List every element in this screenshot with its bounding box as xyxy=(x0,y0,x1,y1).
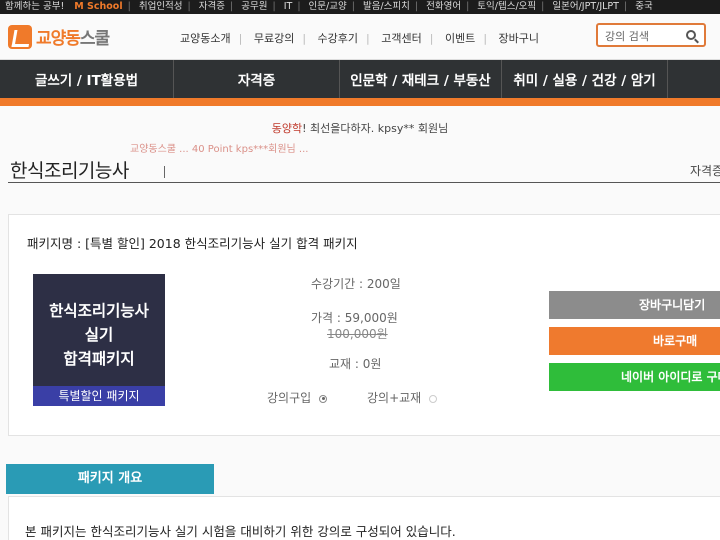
topbar-item[interactable]: 토익/텝스/오픽 xyxy=(472,0,541,14)
topbar-highlight[interactable]: M School xyxy=(69,0,127,14)
sale-price: 가격 : 59,000원 xyxy=(311,311,398,325)
notice-text: ! 최선을다하자. kpsy** 회원님 xyxy=(302,122,449,135)
breadcrumb[interactable]: 자격증 xyxy=(690,162,720,179)
nav-events[interactable]: 이벤트 xyxy=(445,30,475,46)
option-lecture-book-label: 강의+교재 xyxy=(367,391,422,405)
page-title: 한식조리기능사 xyxy=(10,160,129,182)
site-header: 교양동스쿨 교양동소개 | 무료강의 | 수강후기 | 고객센터 | 이벤트 | 장바구니… xyxy=(0,14,720,60)
topbar-item[interactable]: 자격증 xyxy=(194,0,230,14)
category-certificates[interactable]: 자격증 xyxy=(174,60,340,98)
thumb-title-line2: 실기 xyxy=(84,326,114,344)
naver-purchase-button[interactable]: 네이버 아이디로 구매 xyxy=(549,363,720,391)
tab-package-overview[interactable]: 패키지 개요 xyxy=(6,464,214,494)
topbar-item[interactable]: 함께하는 공부! xyxy=(0,0,69,14)
notice-accent: 동양학 xyxy=(271,122,303,135)
search-input[interactable]: 강의 검색 xyxy=(596,23,706,47)
point-notice: 교양동스쿨 ... 40 Point kps***회원님 ... xyxy=(130,144,309,155)
search-placeholder: 강의 검색 xyxy=(605,30,649,43)
category-nav: 글쓰기 / IT활용법 자격증 인문학 / 재테크 / 부동산 취미 / 실용 … xyxy=(0,60,720,98)
add-to-cart-button[interactable]: 장바구니담기 xyxy=(549,291,720,319)
package-name: 패키지명 : [특별 할인] 2018 한식조리기능사 실기 합격 패키지 xyxy=(27,236,358,251)
main-content: 동양학! 최선을다하자. kpsy** 회원님 교양동스쿨 ... 40 Poi… xyxy=(0,106,720,540)
title-divider xyxy=(164,166,165,178)
overview-box: 본 패키지는 한식조리기능사 실기 시험을 대비하기 위한 강의로 구성되어 있… xyxy=(8,496,720,540)
topbar-item[interactable]: 취업인적성 xyxy=(134,0,188,14)
study-period: 수강기간 : 200일 xyxy=(311,277,401,291)
logo-icon xyxy=(8,24,32,49)
thumb-title-line1: 한식조리기능사 xyxy=(49,302,149,320)
nav-reviews[interactable]: 수강후기 xyxy=(318,30,358,46)
title-underline xyxy=(8,182,720,183)
overview-text: 본 패키지는 한식조리기능사 실기 시험을 대비하기 위한 강의로 구성되어 있… xyxy=(25,524,456,539)
header-nav: 교양동소개 | 무료강의 | 수강후기 | 고객센터 | 이벤트 | 장바구니 xyxy=(180,30,540,46)
buy-now-button[interactable]: 바로구매 xyxy=(549,327,720,355)
category-humanities[interactable]: 인문학 / 재테크 / 부동산 xyxy=(340,60,502,98)
option-lecture-label: 강의구입 xyxy=(267,391,312,405)
topbar-item[interactable]: 일본어/JPT/JLPT xyxy=(547,0,624,14)
package-box: 패키지명 : [특별 할인] 2018 한식조리기능사 실기 합격 패키지 한식… xyxy=(8,214,720,436)
nav-customer-center[interactable]: 고객센터 xyxy=(381,30,421,46)
topbar-item[interactable]: 발음/스피치 xyxy=(358,0,415,14)
logo-text-main: 교양동 xyxy=(36,29,81,49)
site-logo[interactable]: 교양동스쿨 xyxy=(8,24,110,49)
thumb-title-line3: 합격패키지 xyxy=(63,350,135,368)
option-lecture[interactable]: 강의구입 xyxy=(267,389,328,406)
textbook-price: 교재 : 0원 xyxy=(329,357,382,371)
topbar-item[interactable]: IT xyxy=(279,0,298,14)
category-stripe xyxy=(0,98,720,106)
package-thumbnail: 한식조리기능사 실기 합격패키지 특별할인 패키지 xyxy=(33,274,165,406)
logo-text-sub: 스쿨 xyxy=(79,29,110,49)
topbar-item[interactable]: 공무원 xyxy=(236,0,272,14)
nav-about[interactable]: 교양동소개 xyxy=(180,30,231,46)
radio-lecture[interactable] xyxy=(319,394,328,403)
welcome-notice: 동양학! 최선을다하자. kpsy** 회원님 xyxy=(0,120,720,136)
topbar-item[interactable]: 중국 xyxy=(630,0,657,14)
top-service-bar: 함께하는 공부! M School | 취업인적성 | 자격증 | 공무원 | IT | 인… xyxy=(0,0,720,14)
nav-free-lectures[interactable]: 무료강의 xyxy=(254,30,294,46)
category-writing-it[interactable]: 글쓰기 / IT활용법 xyxy=(0,60,174,98)
option-lecture-book[interactable]: 강의+교재 xyxy=(367,389,438,406)
category-hobby[interactable]: 취미 / 실용 / 건강 / 암기 xyxy=(502,60,668,98)
thumb-band: 특별할인 패키지 xyxy=(33,386,165,406)
topbar-item[interactable]: 인문/교양 xyxy=(304,0,352,14)
original-price: 100,000원 xyxy=(327,327,388,341)
topbar-item[interactable]: 전화영어 xyxy=(421,0,466,14)
radio-lecture-book[interactable] xyxy=(429,394,438,403)
nav-cart[interactable]: 장바구니 xyxy=(499,30,539,46)
search-icon[interactable] xyxy=(686,30,696,40)
